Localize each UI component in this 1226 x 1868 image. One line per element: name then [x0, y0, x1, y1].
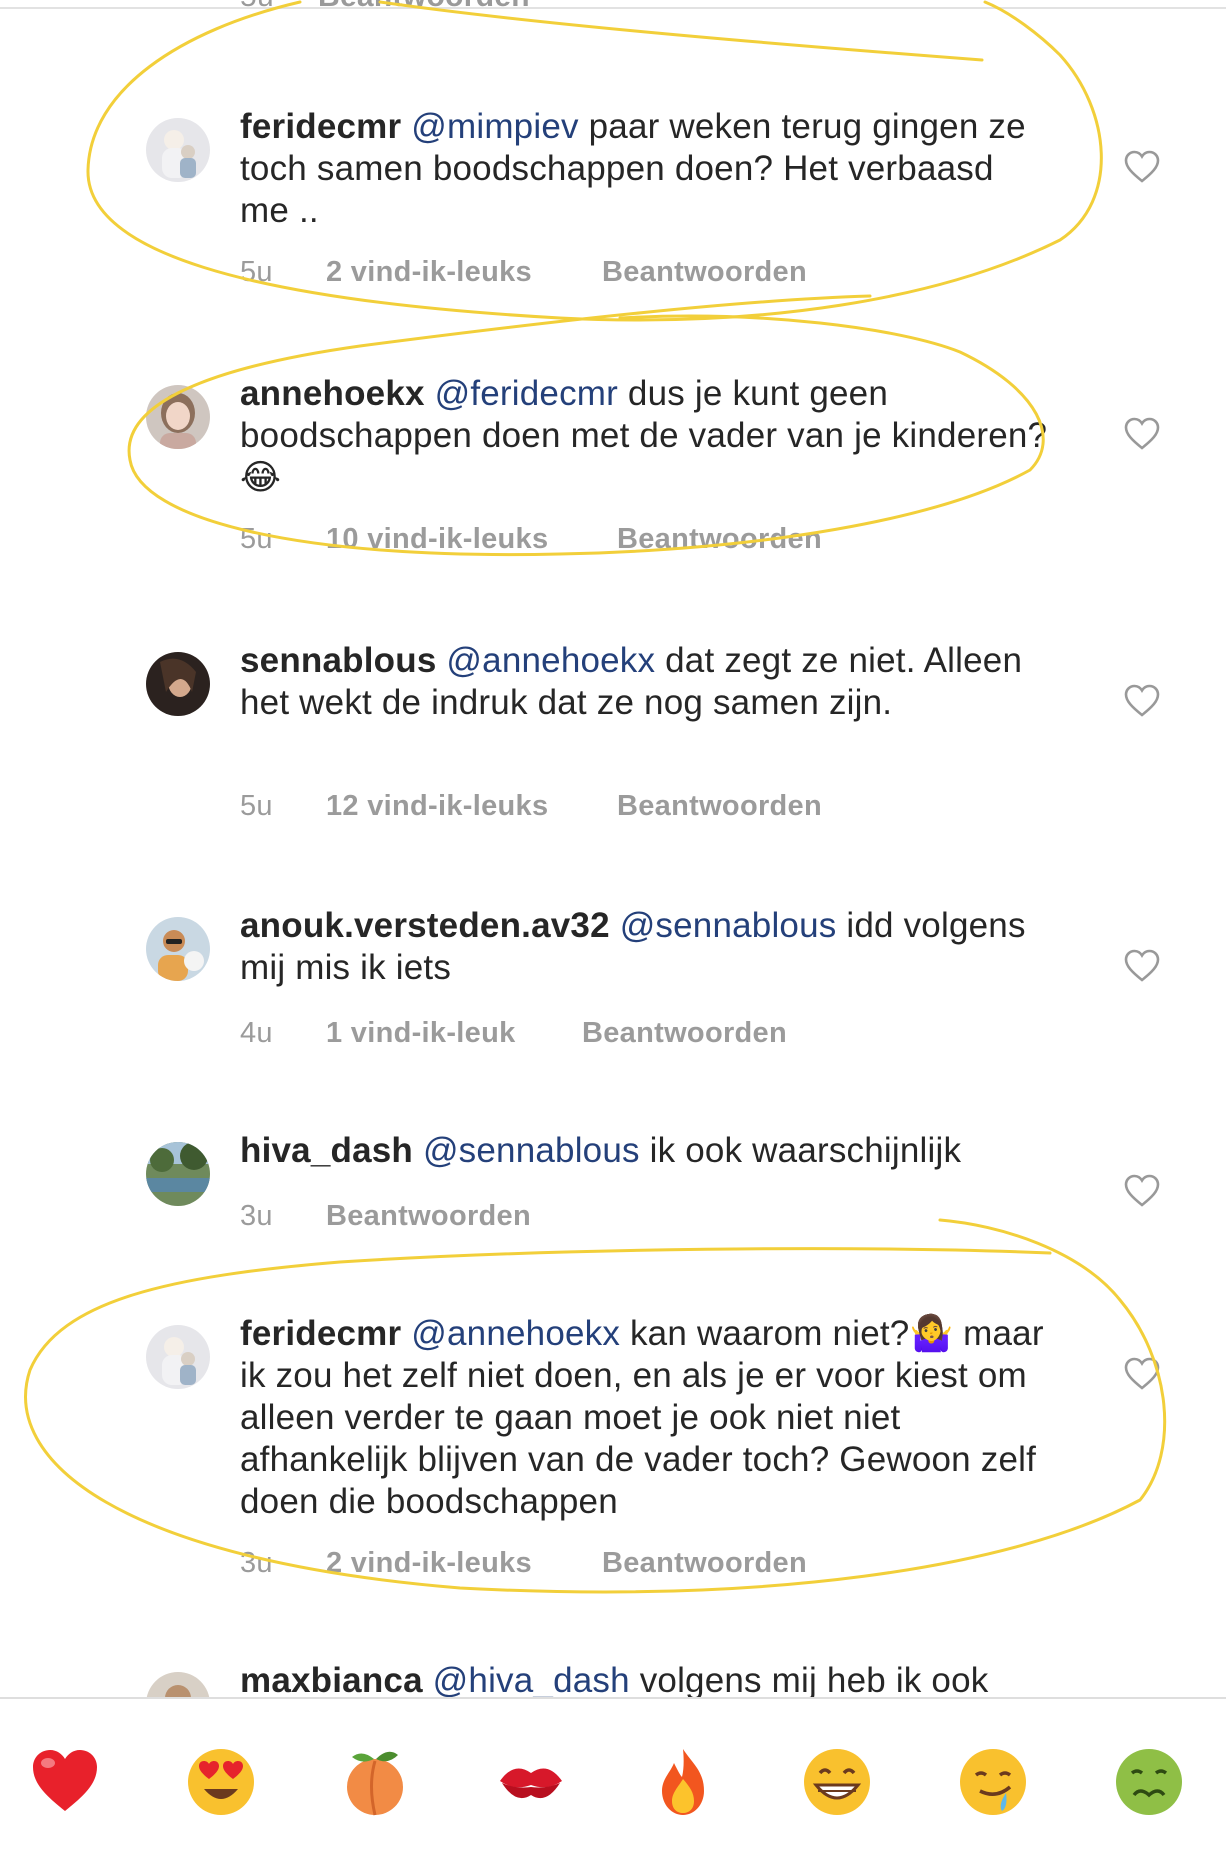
- heart-eyes-icon[interactable]: [184, 1745, 258, 1819]
- comment-text: hiva_dash @sennablous ik ook waarschijnl…: [240, 1130, 1050, 1172]
- comment-text: maxbianca @hiva_dash volgens mij heb ik …: [240, 1660, 1050, 1702]
- comment-username[interactable]: anouk.versteden.av32: [240, 906, 610, 945]
- avatar[interactable]: [146, 917, 210, 981]
- comment-likes[interactable]: 12 vind-ik-leuks: [326, 790, 617, 823]
- shrug-emoji-icon: 🤷‍♀️: [909, 1314, 954, 1353]
- avatar[interactable]: [146, 385, 210, 449]
- like-heart-icon[interactable]: [1124, 949, 1160, 983]
- like-heart-icon[interactable]: [1124, 150, 1160, 184]
- reply-button[interactable]: Beantwoorden: [318, 0, 530, 13]
- comment-likes[interactable]: 10 vind-ik-leuks: [326, 523, 617, 556]
- reply-button[interactable]: Beantwoorden: [326, 1200, 531, 1233]
- comment-text: feridecmr @mimpiev paar weken terug ging…: [240, 106, 1050, 232]
- comment-mention[interactable]: @feridecmr: [435, 374, 618, 413]
- comment-username[interactable]: feridecmr: [240, 107, 401, 146]
- comment-mention[interactable]: @annehoekx: [446, 641, 655, 680]
- comment-likes[interactable]: 1 vind-ik-leuk: [326, 1017, 582, 1050]
- comment-text: sennablous @annehoekx dat zegt ze niet. …: [240, 640, 1050, 724]
- comment-text: annehoekx @feridecmr dus je kunt geen bo…: [240, 373, 1050, 499]
- comment-time: 5u: [240, 0, 274, 13]
- comment-username[interactable]: sennablous: [240, 641, 436, 680]
- kiss-mark-icon[interactable]: [494, 1745, 568, 1819]
- comment-mention[interactable]: @sennablous: [620, 906, 837, 945]
- comment-mention[interactable]: @annehoekx: [411, 1314, 620, 1353]
- like-heart-icon[interactable]: [1124, 417, 1160, 451]
- avatar[interactable]: [146, 652, 210, 716]
- comment-time: 3u: [240, 1547, 273, 1579]
- comment-likes[interactable]: 2 vind-ik-leuks: [326, 256, 602, 289]
- comment-time: 5u: [240, 256, 273, 288]
- peach-icon[interactable]: [338, 1745, 412, 1819]
- top-divider: [0, 7, 1226, 9]
- comment-mention[interactable]: @sennablous: [423, 1131, 640, 1170]
- comment-meta: 5u 12 vind-ik-leuks Beantwoorden: [240, 790, 822, 823]
- nauseated-icon[interactable]: [1112, 1745, 1186, 1819]
- comment-mention[interactable]: @hiva_dash: [433, 1661, 630, 1700]
- avatar[interactable]: [146, 1325, 210, 1389]
- like-heart-icon[interactable]: [1124, 1174, 1160, 1208]
- drooling-icon[interactable]: [956, 1745, 1030, 1819]
- comment-meta: 4u 1 vind-ik-leuk Beantwoorden: [240, 1017, 787, 1050]
- comment-meta: 5u 10 vind-ik-leuks Beantwoorden: [240, 523, 822, 556]
- comment-time: 3u: [240, 1200, 273, 1232]
- reply-button[interactable]: Beantwoorden: [602, 1547, 807, 1580]
- comment-mention[interactable]: @mimpiev: [411, 107, 578, 146]
- red-heart-icon[interactable]: [28, 1745, 102, 1819]
- comment-meta: 3u 2 vind-ik-leuks Beantwoorden: [240, 1547, 807, 1580]
- comment-time: 5u: [240, 790, 273, 822]
- reply-button[interactable]: Beantwoorden: [602, 256, 807, 289]
- like-heart-icon[interactable]: [1124, 1357, 1160, 1391]
- fire-icon[interactable]: [646, 1745, 720, 1819]
- comment-username[interactable]: annehoekx: [240, 374, 425, 413]
- comment-meta: 5u 2 vind-ik-leuks Beantwoorden: [240, 256, 807, 289]
- like-heart-icon[interactable]: [1124, 684, 1160, 718]
- avatar[interactable]: [146, 1142, 210, 1206]
- comment-likes[interactable]: 2 vind-ik-leuks: [326, 1547, 602, 1580]
- comment-text: anouk.versteden.av32 @sennablous idd vol…: [240, 905, 1050, 989]
- comment-username[interactable]: feridecmr: [240, 1314, 401, 1353]
- reply-button[interactable]: Beantwoorden: [617, 523, 822, 556]
- comment-time: 4u: [240, 1017, 273, 1049]
- comment-message: volgens mij heb ik ook: [629, 1661, 989, 1700]
- comment-username[interactable]: maxbianca: [240, 1661, 423, 1700]
- comment-message: ik ook waarschijnlijk: [639, 1131, 962, 1170]
- emoji-reaction-bar: [0, 1697, 1226, 1868]
- grin-icon[interactable]: [800, 1745, 874, 1819]
- partial-comment-meta: 5u Beantwoorden: [240, 0, 530, 14]
- comment-username[interactable]: hiva_dash: [240, 1131, 413, 1170]
- comment-text: feridecmr @annehoekx kan waarom niet?🤷‍♀…: [240, 1313, 1050, 1523]
- reply-button[interactable]: Beantwoorden: [582, 1017, 787, 1050]
- avatar[interactable]: [146, 118, 210, 182]
- tears-of-joy-emoji-icon: 😂: [240, 458, 282, 497]
- comment-message: kan waarom niet?: [620, 1314, 910, 1353]
- reply-button[interactable]: Beantwoorden: [617, 790, 822, 823]
- comment-meta: 3u Beantwoorden: [240, 1200, 531, 1233]
- comment-time: 5u: [240, 523, 273, 555]
